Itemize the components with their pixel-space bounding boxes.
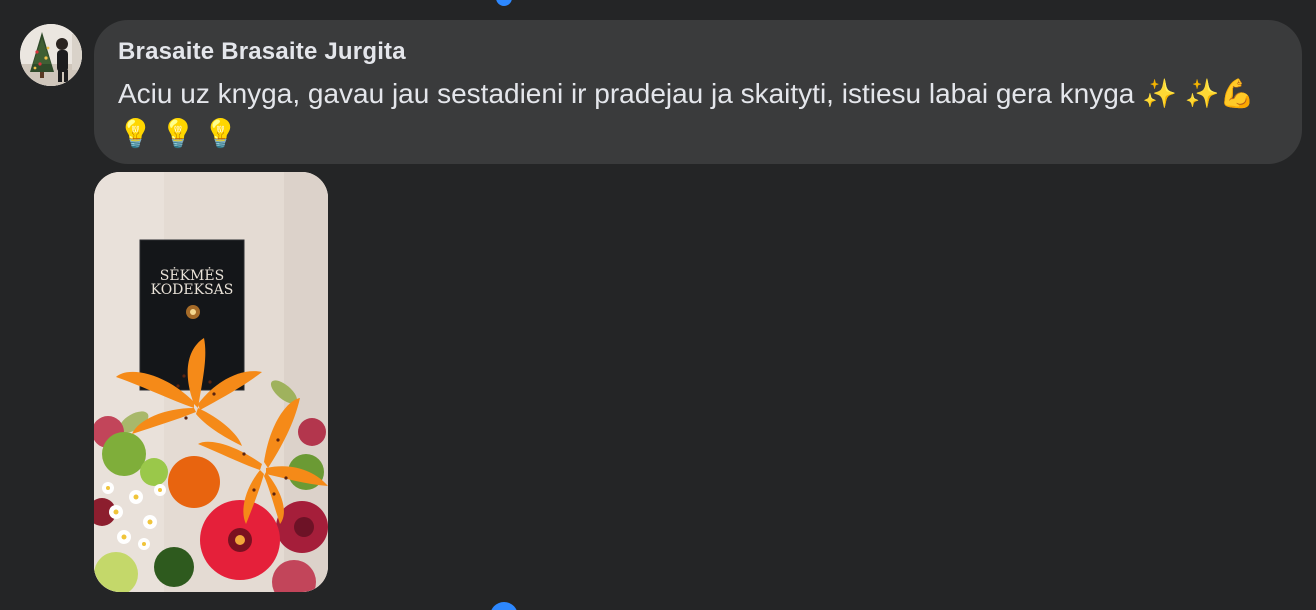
comment-author[interactable]: Brasaite Brasaite Jurgita — [118, 38, 1276, 66]
comment-text: Aciu uz knyga, gavau jau sestadieni ir p… — [118, 78, 1255, 149]
book-title-line2: KODEKSAS — [151, 282, 234, 298]
photo-book-flowers: SĖKMĖS KODEKSAS — [94, 172, 328, 592]
user-avatar-icon — [20, 24, 82, 86]
avatar[interactable] — [20, 24, 82, 86]
comment-photo[interactable]: SĖKMĖS KODEKSAS — [94, 172, 328, 592]
comment-thread: Brasaite Brasaite Jurgita Aciu uz knyga,… — [0, 0, 1316, 610]
reaction-indicator-bottom — [490, 602, 518, 610]
reaction-indicator-top — [496, 0, 512, 6]
comment-bubble: Brasaite Brasaite Jurgita Aciu uz knyga,… — [94, 20, 1302, 164]
